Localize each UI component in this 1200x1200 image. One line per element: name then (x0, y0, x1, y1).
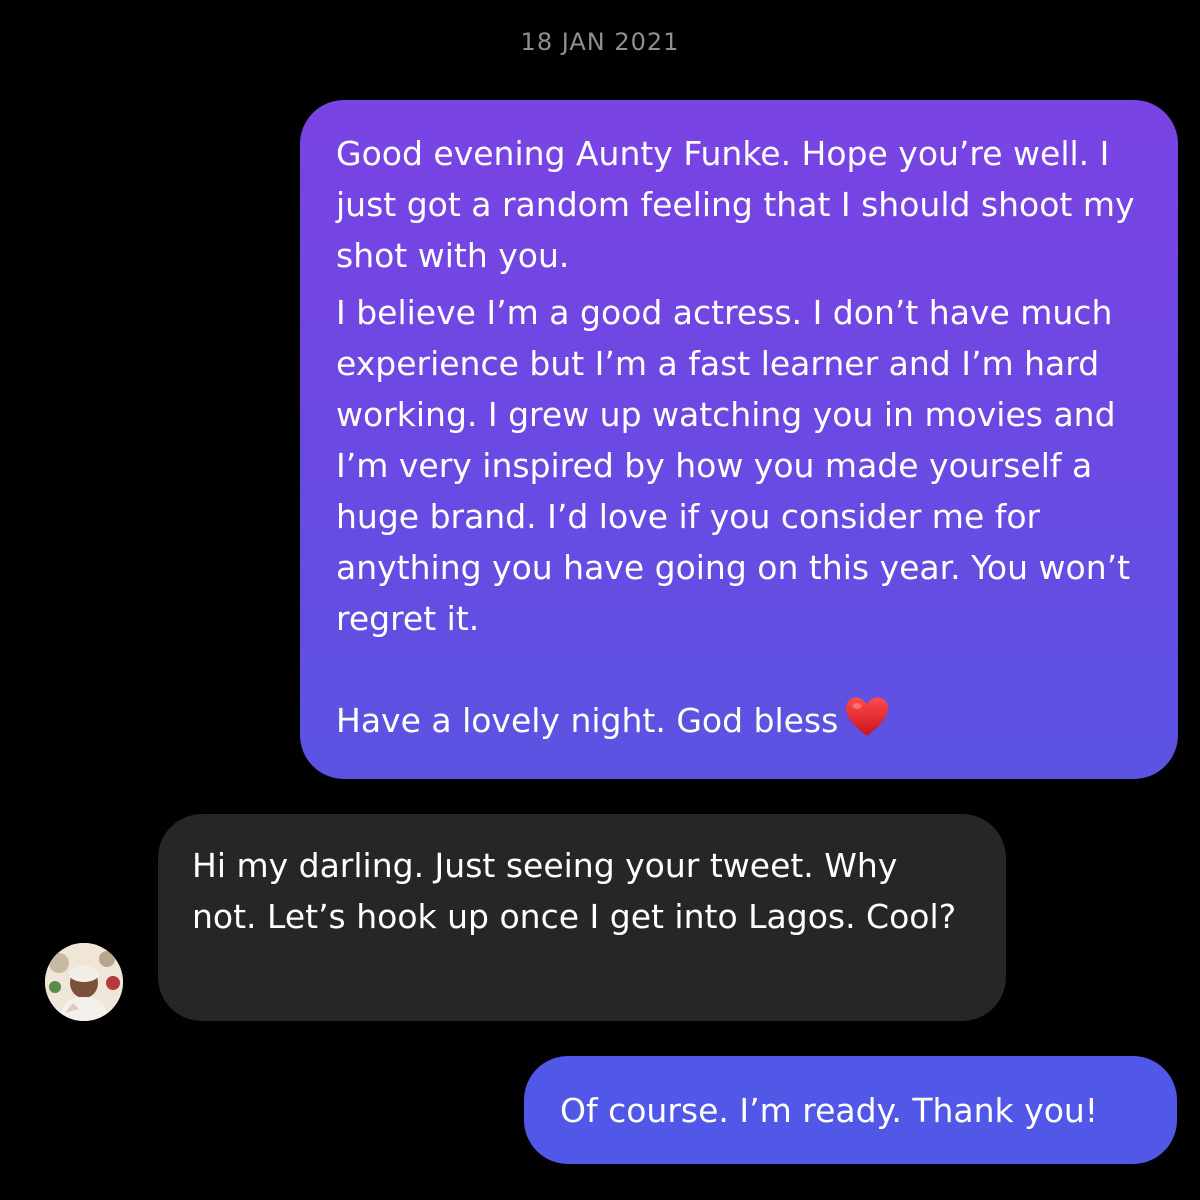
avatar[interactable] (45, 943, 123, 1021)
message-text: I believe I’m a good actress. I don’t ha… (336, 293, 1131, 638)
message-text: Good evening Aunty Funke. Hope you’re we… (336, 134, 1135, 275)
message-text-line: Have a lovely night. God bless (336, 695, 1142, 752)
heart-icon (844, 696, 890, 752)
message-bubble-outgoing[interactable]: Of course. I’m ready. Thank you! (524, 1056, 1177, 1164)
message-text: Of course. I’m ready. Thank you! (560, 1090, 1099, 1130)
date-separator: 18 JAN 2021 (520, 28, 680, 56)
message-text: Have a lovely night. God bless (336, 701, 839, 740)
message-bubble-incoming[interactable]: Hi my darling. Just seeing your tweet. W… (158, 814, 1006, 1021)
message-text: Hi my darling. Just seeing your tweet. W… (192, 846, 957, 936)
message-bubble-outgoing[interactable]: Good evening Aunty Funke. Hope you’re we… (300, 100, 1178, 779)
